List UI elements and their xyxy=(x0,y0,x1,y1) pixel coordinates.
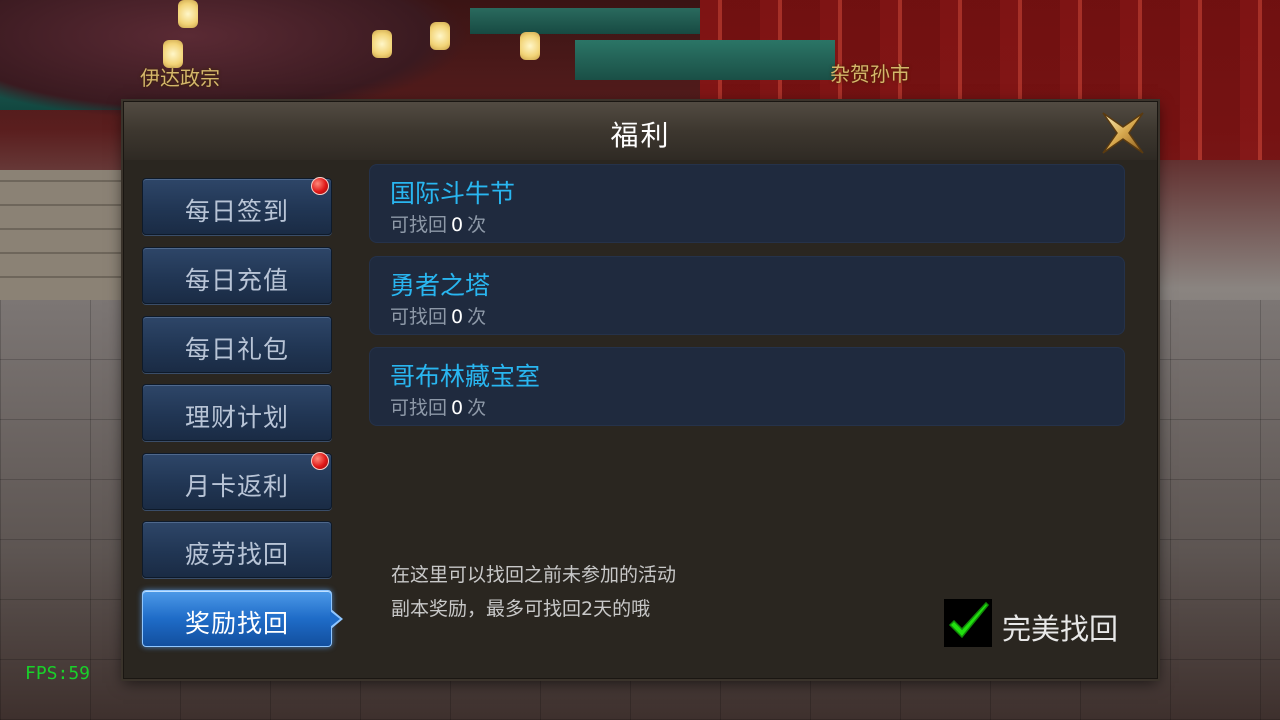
sidebar-item-daily-signin[interactable]: 每日签到 xyxy=(142,177,332,235)
panel-header: 福利 xyxy=(124,102,1157,161)
sidebar-item-daily-gift[interactable]: 每日礼包 xyxy=(142,316,332,373)
recover-item-count: 可找回 0 次 xyxy=(390,306,487,328)
recover-item[interactable]: 国际斗牛节 可找回 0 次 xyxy=(369,164,1125,243)
npc-name-label[interactable]: 伊达政宗 xyxy=(140,62,220,91)
lantern xyxy=(430,22,450,50)
recover-item-name: 哥布林藏宝室 xyxy=(390,362,541,391)
sidebar-item-reward-recover[interactable]: 奖励找回 xyxy=(142,590,343,647)
sidebar-item-label: 奖励找回 xyxy=(184,609,289,638)
roof xyxy=(575,40,835,80)
lantern xyxy=(372,30,392,58)
lantern xyxy=(178,0,198,28)
recover-item[interactable]: 勇者之塔 可找回 0 次 xyxy=(369,256,1125,335)
recover-item-name: 国际斗牛节 xyxy=(390,179,516,208)
sidebar-item-monthly-card[interactable]: 月卡返利 xyxy=(142,452,332,510)
npc-name-label[interactable]: 杂贺孙市 xyxy=(830,58,910,87)
sidebar-item-label: 疲劳找回 xyxy=(184,540,289,569)
close-x-icon xyxy=(1102,112,1144,154)
sidebar-item-label: 每日礼包 xyxy=(184,335,289,364)
panel-body: 每日签到 每日充值 每日礼包 理财计划 月卡返利 疲劳找回 奖励找回 国际斗牛节… xyxy=(124,160,1157,678)
checkmark-icon xyxy=(948,601,990,639)
recover-item-name: 勇者之塔 xyxy=(390,271,491,300)
perfect-recover-label: 完美找回 xyxy=(1002,612,1119,646)
notification-dot-icon xyxy=(311,452,329,470)
roof xyxy=(470,8,700,34)
sidebar-item-label: 每日充值 xyxy=(184,266,289,295)
recover-item-count: 可找回 0 次 xyxy=(390,397,487,419)
welfare-panel: 福利 每日签到 每日充值 每日礼包 理财计划 月卡返利 疲劳找回 奖励找回 国际… xyxy=(123,101,1158,679)
stone-wall xyxy=(0,170,125,300)
sidebar-item-fatigue-recover[interactable]: 疲劳找回 xyxy=(142,521,332,578)
recover-item[interactable]: 哥布林藏宝室 可找回 0 次 xyxy=(369,347,1125,426)
notification-dot-icon xyxy=(311,177,329,195)
lantern xyxy=(520,32,540,60)
sidebar-item-finance-plan[interactable]: 理财计划 xyxy=(142,384,332,441)
fps-counter: FPS:59 xyxy=(25,663,91,684)
hint-text-line1: 在这里可以找回之前未参加的活动 xyxy=(391,564,677,586)
hint-text-line2: 副本奖励，最多可找回2天的哦 xyxy=(391,598,651,620)
checkbox-box[interactable] xyxy=(944,599,992,647)
panel-title: 福利 xyxy=(610,119,671,152)
sidebar-item-label: 月卡返利 xyxy=(184,472,289,501)
recover-item-count: 可找回 0 次 xyxy=(390,214,487,236)
sidebar-item-daily-recharge[interactable]: 每日充值 xyxy=(142,247,332,304)
close-button[interactable] xyxy=(1099,109,1147,157)
sidebar-item-label: 每日签到 xyxy=(184,197,289,226)
active-pointer-icon xyxy=(330,609,343,629)
sidebar-item-label: 理财计划 xyxy=(184,403,289,432)
